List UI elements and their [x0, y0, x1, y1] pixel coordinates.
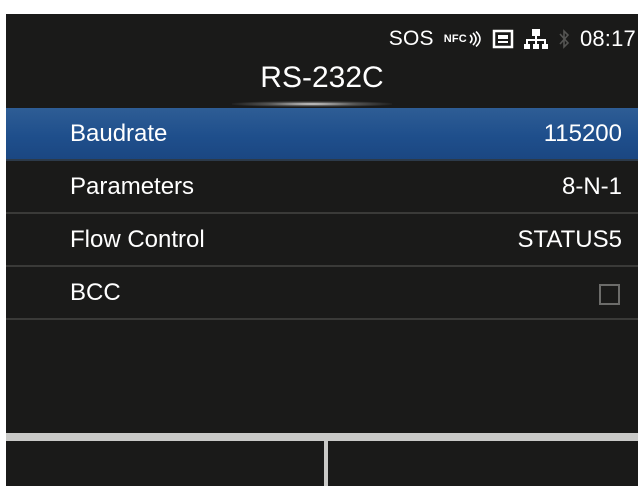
setting-label: Flow Control — [70, 225, 205, 253]
nfc-label: NFC — [443, 33, 467, 45]
setting-row-bcc[interactable]: BCC — [6, 267, 638, 320]
bcc-checkbox[interactable] — [599, 284, 620, 305]
printer-screen: SOS NFC 08:17 RS-232C Baudrate 115200 Pa… — [6, 14, 638, 486]
softkey-left[interactable] — [6, 441, 324, 486]
title-underline — [232, 101, 392, 107]
sos-indicator: SOS — [388, 27, 434, 50]
softkey-bar — [6, 433, 638, 441]
setting-row-parameters[interactable]: Parameters 8-N-1 — [6, 161, 638, 214]
setting-label: BCC — [70, 278, 121, 306]
setting-row-flow-control[interactable]: Flow Control STATUS5 — [6, 214, 638, 267]
setting-value: 115200 — [543, 119, 622, 147]
nfc-icon: NFC — [444, 31, 482, 47]
settings-list: Baudrate 115200 Parameters 8-N-1 Flow Co… — [6, 108, 638, 320]
setting-value: STATUS5 — [517, 225, 622, 253]
network-icon — [523, 28, 548, 50]
setting-row-baudrate[interactable]: Baudrate 115200 — [6, 108, 638, 161]
card-icon — [492, 29, 514, 49]
setting-label: Parameters — [70, 172, 195, 200]
setting-label: Baudrate — [70, 119, 168, 147]
setting-value: 8-N-1 — [561, 172, 622, 200]
page-title: RS-232C — [260, 61, 384, 94]
clock: 08:17 — [579, 26, 636, 51]
status-bar: SOS NFC 08:17 — [389, 24, 638, 54]
bluetooth-icon — [558, 28, 570, 50]
softkey-right[interactable] — [328, 441, 638, 486]
